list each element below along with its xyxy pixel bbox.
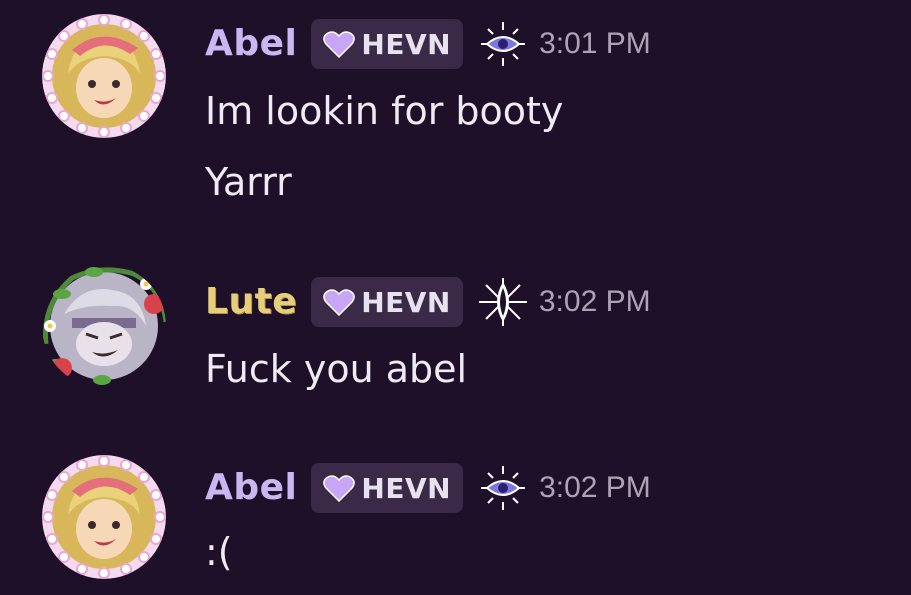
server-tag[interactable]: HEVN — [311, 19, 464, 69]
server-tag[interactable]: HEVN — [311, 277, 463, 327]
server-tag-label: HEVN — [361, 285, 451, 319]
message-header: Abel HEVN 3:02 PM — [205, 462, 651, 514]
timestamp: 3:01 PM — [539, 27, 651, 60]
heart-icon — [323, 31, 356, 58]
server-tag[interactable]: HEVN — [311, 463, 464, 513]
message-header: Lute HEVN 3:02 PM — [205, 276, 651, 328]
heart-icon — [323, 475, 356, 502]
server-tag-label: HEVN — [361, 471, 452, 505]
username[interactable]: Lute — [205, 284, 297, 320]
timestamp: 3:02 PM — [539, 471, 651, 504]
username[interactable]: Abel — [205, 470, 297, 506]
avatar-lute[interactable] — [42, 264, 166, 388]
slit-eye-star-icon[interactable] — [477, 276, 529, 328]
server-tag-label: HEVN — [361, 27, 452, 61]
eye-sun-icon[interactable] — [477, 18, 529, 70]
heart-icon — [323, 289, 356, 316]
eye-sun-icon[interactable] — [477, 462, 529, 514]
username[interactable]: Abel — [205, 26, 297, 62]
message-text: Im lookin for booty — [205, 89, 564, 133]
message-text: Yarrr — [205, 160, 292, 204]
avatar-abel[interactable] — [42, 455, 166, 579]
timestamp: 3:02 PM — [538, 285, 651, 318]
message-text: :( — [205, 530, 233, 574]
avatar-abel[interactable] — [42, 14, 166, 138]
message-header: Abel HEVN 3:01 PM — [205, 18, 651, 70]
message-text: Fuck you abel — [205, 347, 468, 391]
